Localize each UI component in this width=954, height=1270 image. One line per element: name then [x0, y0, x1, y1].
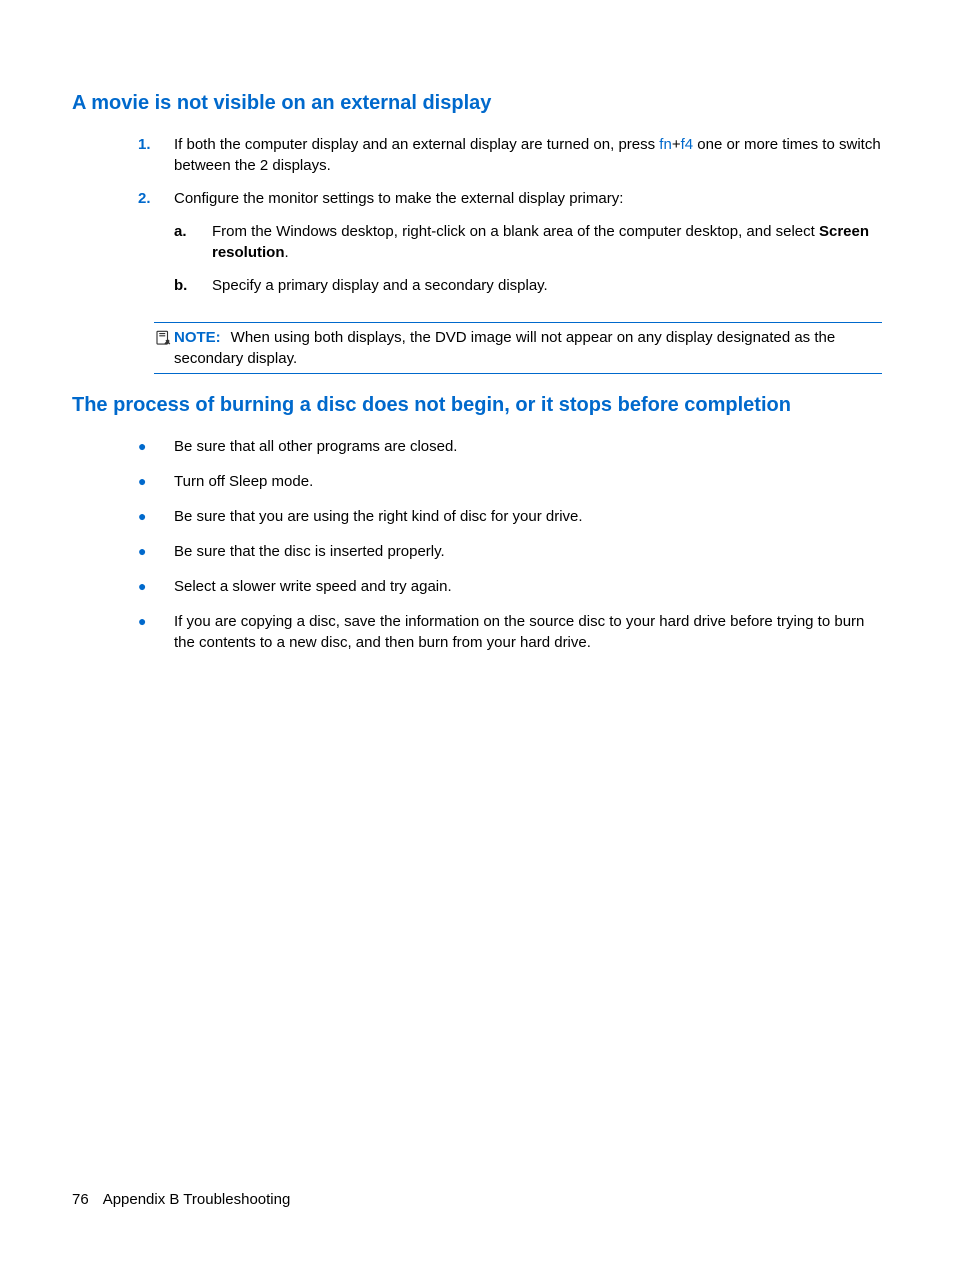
list-text: If you are copying a disc, save the info… [174, 611, 882, 653]
list-item: ● Be sure that all other programs are cl… [72, 436, 882, 457]
text: If both the computer display and an exte… [174, 136, 659, 153]
step-body: If both the computer display and an exte… [174, 134, 882, 176]
step-1: 1. If both the computer display and an e… [72, 134, 882, 176]
sub-step-body: From the Windows desktop, right-click on… [212, 221, 882, 263]
sub-step-letter: a. [174, 221, 212, 263]
note-content: NOTE:When using both displays, the DVD i… [174, 327, 882, 369]
step-body: Configure the monitor settings to make t… [174, 188, 882, 308]
sub-step-a: a. From the Windows desktop, right-click… [174, 221, 882, 263]
list-text: Turn off Sleep mode. [174, 471, 313, 492]
step-number: 1. [72, 134, 174, 176]
text: . [285, 244, 289, 261]
text: Configure the monitor settings to make t… [174, 190, 623, 207]
section-heading-1: A movie is not visible on an external di… [72, 90, 882, 116]
bullet-icon: ● [138, 576, 174, 597]
bullet-list: ● Be sure that all other programs are cl… [72, 436, 882, 653]
text: From the Windows desktop, right-click on… [212, 223, 819, 240]
bullet-icon: ● [138, 611, 174, 653]
list-text: Select a slower write speed and try agai… [174, 576, 452, 597]
key-f4-link[interactable]: f4 [681, 136, 694, 153]
list-text: Be sure that you are using the right kin… [174, 506, 583, 527]
step-number: 2. [72, 188, 174, 308]
key-fn-link[interactable]: fn [659, 136, 672, 153]
chapter-title: Appendix B Troubleshooting [103, 1191, 291, 1208]
bullet-icon: ● [138, 436, 174, 457]
list-item: ● Select a slower write speed and try ag… [72, 576, 882, 597]
document-page: A movie is not visible on an external di… [0, 0, 954, 653]
list-item: ● Turn off Sleep mode. [72, 471, 882, 492]
note-callout: NOTE:When using both displays, the DVD i… [154, 322, 882, 374]
sub-step-letter: b. [174, 275, 212, 296]
list-item: ● Be sure that the disc is inserted prop… [72, 541, 882, 562]
list-text: Be sure that all other programs are clos… [174, 436, 457, 457]
section-heading-2: The process of burning a disc does not b… [72, 392, 882, 418]
list-text: Be sure that the disc is inserted proper… [174, 541, 445, 562]
sub-step-b: b. Specify a primary display and a secon… [174, 275, 882, 296]
plus: + [672, 136, 681, 153]
list-item: ● Be sure that you are using the right k… [72, 506, 882, 527]
bullet-icon: ● [138, 506, 174, 527]
sub-step-body: Specify a primary display and a secondar… [212, 275, 548, 296]
page-number: 76 [72, 1191, 89, 1208]
ordered-list-1: 1. If both the computer display and an e… [72, 134, 882, 308]
page-footer: 76 Appendix B Troubleshooting [72, 1191, 290, 1208]
note-text: When using both displays, the DVD image … [174, 329, 835, 367]
bullet-icon: ● [138, 541, 174, 562]
sub-steps: a. From the Windows desktop, right-click… [174, 221, 882, 296]
note-label: NOTE: [174, 329, 221, 346]
note-icon [154, 329, 172, 347]
step-2: 2. Configure the monitor settings to mak… [72, 188, 882, 308]
list-item: ● If you are copying a disc, save the in… [72, 611, 882, 653]
bullet-icon: ● [138, 471, 174, 492]
